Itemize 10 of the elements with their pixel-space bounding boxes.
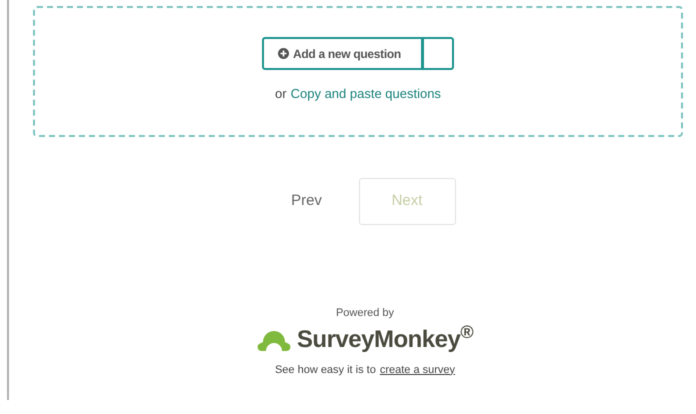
tagline-text: See how easy it is to: [274, 362, 376, 378]
surveymonkey-logo-text: SurveyMonkey$^{®}$: [296, 328, 474, 352]
powered-by-text: Powered by: [336, 306, 394, 321]
plus-circle-icon: [278, 48, 289, 59]
monkey-logo-icon: [256, 328, 291, 350]
create-survey-link[interactable]: create a survey: [380, 362, 456, 378]
add-question-button[interactable]: Add a new question: [262, 37, 454, 70]
or-text: or: [275, 85, 287, 103]
prev-button[interactable]: Prev: [274, 178, 338, 225]
copy-paste-link[interactable]: Copy and paste questions: [290, 84, 441, 104]
